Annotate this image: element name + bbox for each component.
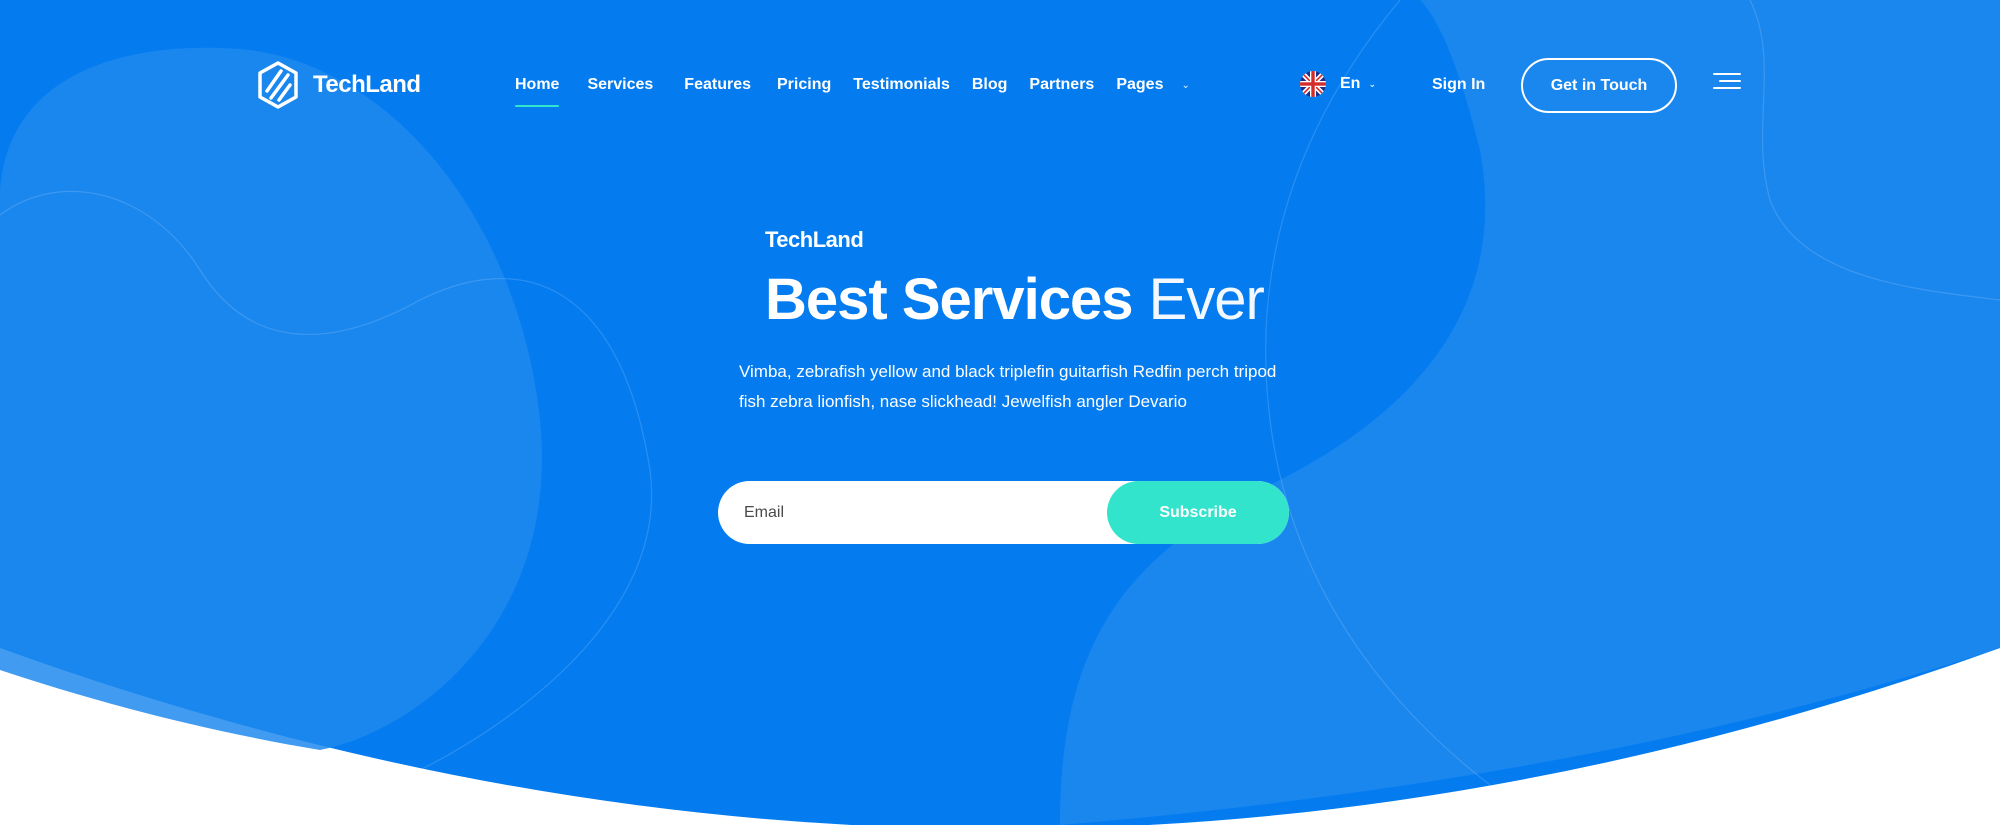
hero-section: TechLand Home Services Features Pricing …: [0, 0, 2000, 825]
hero-headline: Best Services Ever: [765, 262, 1265, 338]
hero-eyebrow: TechLand: [765, 227, 864, 252]
nav-item-pricing[interactable]: Pricing: [777, 76, 831, 94]
nav-item-pages[interactable]: Pages: [1116, 76, 1163, 94]
brand-name: TechLand: [313, 71, 421, 98]
subscribe-form: Subscribe: [718, 481, 1289, 544]
nav-item-services[interactable]: Services: [587, 76, 653, 94]
sign-in-link[interactable]: Sign In: [1432, 76, 1485, 94]
nav-item-partners[interactable]: Partners: [1029, 76, 1094, 94]
chevron-down-icon[interactable]: ⌄: [1181, 80, 1189, 91]
headline-light: Ever: [1148, 267, 1265, 332]
get-in-touch-button[interactable]: Get in Touch: [1521, 58, 1677, 113]
headline-strong: Best Services: [765, 267, 1133, 332]
nav-item-testimonials[interactable]: Testimonials: [853, 76, 950, 94]
nav-item-home[interactable]: Home: [515, 76, 560, 107]
logo-icon: [258, 61, 298, 109]
language-label: En: [1340, 75, 1361, 92]
hamburger-menu-icon[interactable]: [1713, 73, 1741, 95]
uk-flag-icon: [1300, 71, 1326, 97]
chevron-down-icon: ⌄: [1368, 78, 1376, 89]
subscribe-button[interactable]: Subscribe: [1107, 481, 1289, 544]
main-nav: Home Services Features Pricing Testimoni…: [515, 70, 1190, 107]
hero-description: Vimba, zebrafish yellow and black triple…: [739, 362, 1277, 411]
nav-item-blog[interactable]: Blog: [972, 76, 1008, 94]
logo[interactable]: TechLand: [257, 61, 421, 109]
language-selector[interactable]: En ⌄: [1300, 71, 1376, 97]
nav-item-features[interactable]: Features: [684, 76, 751, 94]
email-field[interactable]: [744, 481, 1104, 544]
